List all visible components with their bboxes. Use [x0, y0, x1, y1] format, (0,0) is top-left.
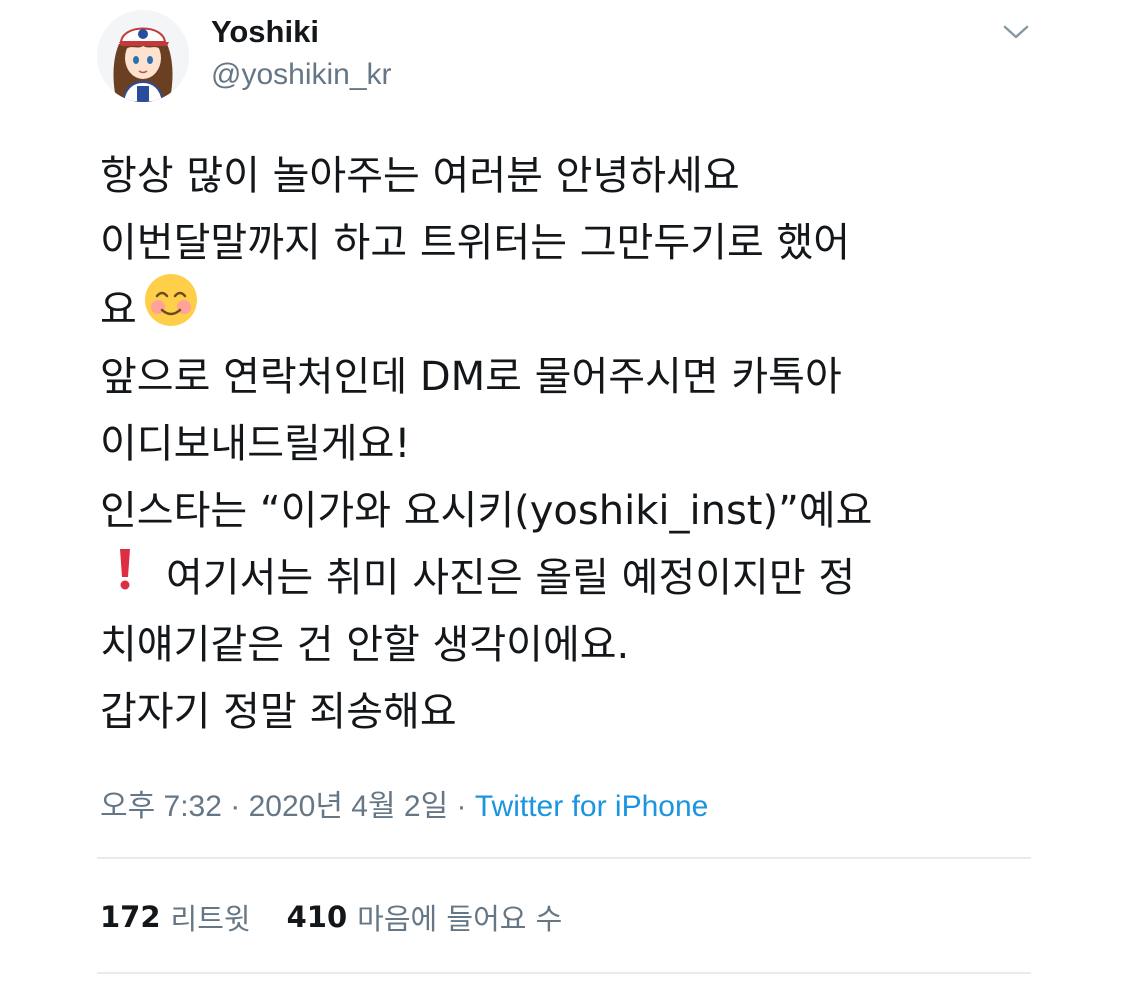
tweet-line: 이디보내드릴게요! — [100, 411, 1060, 478]
tweet-text: 항상 많이 놀아주는 여러분 안녕하세요 이번달말까지 하고 트위터는 그만두기… — [100, 143, 1060, 746]
tweet-date[interactable]: 2020년 4월 2일 — [249, 790, 449, 823]
smiling-face-icon — [143, 272, 199, 349]
tweet-line-text: 이디보내드릴게요! — [100, 421, 411, 467]
meta-separator: · — [456, 790, 467, 823]
retweets-stat[interactable]: 172 리트윗 — [100, 896, 251, 938]
tweet-line: 인스타는 “이가와 요시키(yoshiki_inst)”예요 — [100, 478, 1060, 545]
user-handle[interactable]: @yoshikin_kr — [211, 58, 392, 92]
tweet-line-text: 이번달말까지 하고 트위터는 그만두기로 했어 — [100, 220, 851, 266]
tweet-time[interactable]: 오후 7:32 — [100, 790, 222, 823]
tweet-line: 항상 많이 놀아주는 여러분 안녕하세요 — [100, 143, 1060, 210]
tweet-line-text: 인스타는 “이가와 요시키(yoshiki_inst)”예요 — [100, 488, 873, 534]
tweet-line: 요 — [100, 274, 1060, 344]
tweet-line-text: 치얘기같은 건 안할 생각이에요. — [100, 622, 630, 668]
avatar[interactable] — [97, 10, 189, 102]
divider — [97, 972, 1031, 974]
tweet-line-text: 갑자기 정말 죄송해요 — [100, 689, 457, 735]
red-exclamation-icon — [118, 545, 132, 612]
chevron-down-icon — [1003, 25, 1029, 39]
tweet-line: 치얘기같은 건 안할 생각이에요. — [100, 612, 1060, 679]
tweet-line: 갑자기 정말 죄송해요 — [100, 679, 1060, 746]
divider — [97, 857, 1031, 859]
tweet-line-text: 항상 많이 놀아주는 여러분 안녕하세요 — [100, 153, 740, 199]
tweet-line-text: 요 — [100, 287, 137, 333]
display-name[interactable]: Yoshiki — [211, 14, 319, 50]
retweets-count: 172 — [100, 900, 161, 934]
tweet-stats: 172 리트윗 410 마음에 들어요 수 — [100, 896, 562, 938]
likes-label: 마음에 들어요 수 — [357, 902, 563, 936]
tweet-metadata: 오후 7:32 · 2020년 4월 2일 · Twitter for iPho… — [100, 781, 708, 825]
tweet-line-text: 여기서는 취미 사진은 올릴 예정이지만 정 — [166, 555, 856, 601]
tweet-line-text: 앞으로 연락처인데 DM로 물어주시면 카톡아 — [100, 354, 842, 400]
likes-count: 410 — [286, 900, 348, 934]
retweets-label: 리트윗 — [170, 902, 251, 936]
source-link[interactable]: Twitter for iPhone — [475, 790, 708, 823]
likes-stat[interactable]: 410 마음에 들어요 수 — [287, 896, 563, 938]
tweet-line: 앞으로 연락처인데 DM로 물어주시면 카톡아 — [100, 344, 1060, 411]
tweet-line: 이번달말까지 하고 트위터는 그만두기로 했어 — [100, 210, 1060, 277]
anime-girl-avatar-icon — [97, 10, 189, 102]
tweet-line: 여기서는 취미 사진은 올릴 예정이지만 정 — [100, 545, 1060, 612]
meta-separator: · — [230, 790, 241, 823]
more-options-button[interactable] — [996, 14, 1036, 50]
